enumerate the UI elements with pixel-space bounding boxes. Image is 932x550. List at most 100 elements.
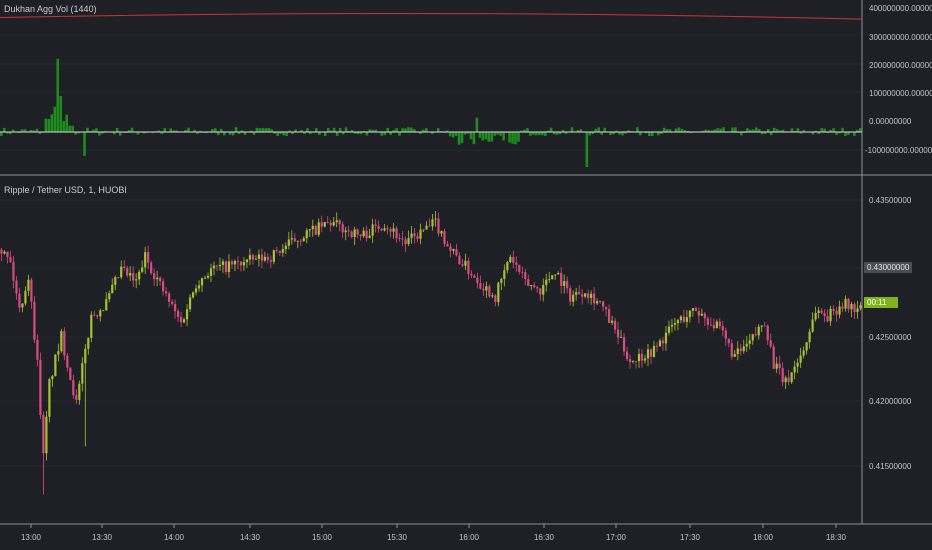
candle-body: [162, 281, 165, 292]
candle-body: [808, 331, 811, 343]
candle-body: [712, 325, 715, 329]
candle-body: [93, 314, 96, 316]
candle-body: [320, 222, 323, 227]
candle-body: [754, 334, 757, 336]
candle-body: [778, 363, 781, 369]
x-tick: 15:00: [311, 533, 333, 542]
volume-bar: [65, 114, 68, 133]
candle-body: [81, 363, 84, 384]
volume-bar: [746, 128, 749, 133]
candle-body: [165, 291, 168, 294]
candle-body: [129, 273, 132, 276]
candle-body: [625, 351, 629, 360]
candle-body: [389, 229, 392, 232]
candle-body: [179, 317, 183, 323]
x-tick: 18:00: [752, 533, 774, 542]
candle-body: [467, 260, 470, 274]
volume-bar: [487, 132, 491, 142]
volume-bar: [674, 128, 678, 133]
candle-body: [506, 262, 509, 271]
volume-bar: [478, 132, 482, 138]
candle-body: [838, 306, 841, 315]
candle-body: [99, 310, 102, 317]
volume-bar: [772, 127, 776, 133]
chart-window: Dukhan Agg Vol (1440) Ripple / Tether US…: [0, 0, 932, 550]
candle-body: [365, 230, 368, 239]
candle-body: [200, 278, 204, 286]
x-tick: 16:00: [458, 533, 480, 542]
candle-body: [637, 353, 641, 362]
candle-body: [371, 224, 374, 236]
candle-body: [233, 261, 237, 265]
candle-body: [159, 277, 162, 282]
candle-body: [799, 355, 802, 363]
candle-body: [847, 298, 850, 310]
chart-canvas[interactable]: [0, 0, 932, 550]
volume-bar: [603, 127, 606, 133]
volume-y-tick: 300000000.00000000: [869, 33, 932, 42]
candle-body: [560, 272, 563, 286]
candle-body: [278, 250, 281, 253]
volume-bar: [344, 127, 348, 133]
candle-body: [554, 274, 557, 276]
candle-body: [473, 275, 476, 278]
candle-body: [120, 266, 123, 278]
candle-body: [392, 228, 395, 232]
candle-body: [428, 225, 431, 227]
candle-body: [817, 310, 820, 314]
candle-body: [12, 261, 15, 281]
candle-body: [30, 279, 33, 302]
candle-body: [117, 277, 120, 278]
volume-bar: [323, 132, 327, 137]
candle-body: [679, 316, 683, 321]
volume-bar: [326, 127, 330, 133]
candle-body: [260, 254, 263, 261]
candle-body: [332, 222, 335, 226]
candle-body: [6, 251, 9, 258]
candle-body: [640, 353, 644, 361]
candle-body: [530, 285, 533, 287]
candle-body: [254, 258, 257, 260]
candle-body: [811, 319, 814, 332]
candle-body: [150, 262, 153, 274]
candle-body: [446, 243, 449, 247]
candle-body: [362, 230, 365, 237]
candle-body: [425, 225, 428, 230]
candle-body: [359, 234, 362, 237]
volume-bar: [395, 128, 398, 133]
candle-body: [344, 230, 347, 233]
candle-body: [587, 293, 590, 298]
candle-body: [548, 279, 551, 280]
candle-body: [512, 256, 515, 263]
candle-body: [108, 293, 111, 300]
x-tick: 14:00: [163, 533, 185, 542]
candle-body: [377, 225, 380, 229]
volume-bar: [47, 118, 51, 133]
volume-bar: [338, 128, 342, 133]
volume-y-tick: -100000000.00000000: [865, 146, 932, 155]
candle-body: [805, 342, 808, 351]
candle-body: [329, 222, 332, 226]
candle-body: [718, 321, 721, 327]
candle-body: [314, 225, 317, 235]
price-y-tick: 0.42000000: [869, 397, 912, 406]
candle-body: [584, 293, 587, 297]
candle-body: [476, 277, 479, 284]
candle-body: [500, 278, 503, 283]
candle-body: [395, 228, 398, 239]
candle-body: [401, 238, 404, 240]
candle-body: [123, 266, 126, 269]
candle-body: [299, 240, 302, 242]
candle-body: [449, 246, 452, 251]
candle-body: [853, 303, 856, 313]
candle-body: [748, 340, 751, 344]
volume-bar: [335, 132, 339, 136]
candle-body: [197, 285, 201, 289]
candle-body: [87, 337, 90, 349]
candle-body: [796, 362, 799, 367]
candle-body: [766, 325, 769, 341]
candle-body: [257, 254, 260, 259]
x-tick: 17:00: [605, 533, 627, 542]
candle-body: [775, 363, 778, 369]
volume-bar: [508, 132, 511, 143]
